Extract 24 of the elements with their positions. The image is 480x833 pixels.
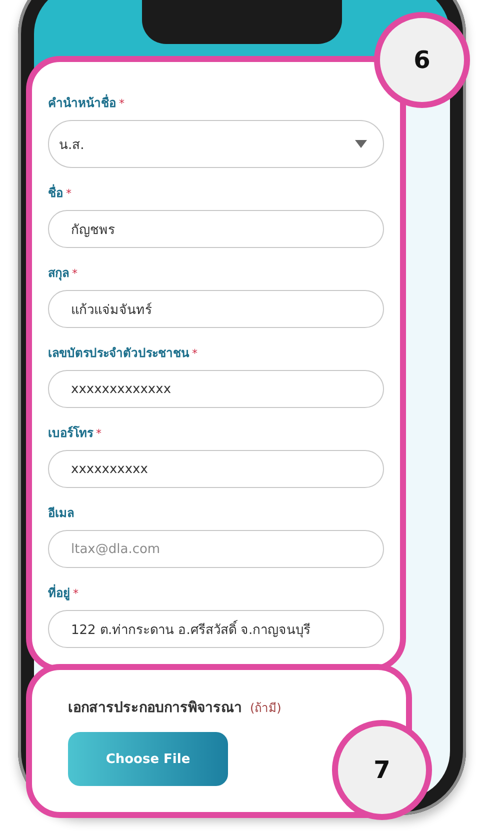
field-label: คำนำหน้าชื่อ bbox=[48, 96, 116, 110]
required-mark: * bbox=[73, 587, 78, 600]
input-field[interactable]: xxxxxxxxxxxxx bbox=[48, 370, 384, 408]
documents-title: เอกสารประกอบการพิจารณา bbox=[68, 699, 242, 718]
field-label: เบอร์โทร bbox=[48, 426, 93, 440]
field-label: อีเมล bbox=[48, 506, 74, 520]
select-value: น.ส. bbox=[59, 136, 84, 154]
input-field[interactable]: กัญชพร bbox=[48, 210, 384, 248]
required-mark: * bbox=[96, 427, 102, 440]
caret-icon bbox=[355, 140, 367, 148]
required-mark: * bbox=[72, 267, 78, 280]
optional-note: (ถ้ามี) bbox=[250, 700, 282, 717]
field-label: สกุล bbox=[48, 266, 69, 280]
input-field[interactable]: 122 ต.ท่ากระดาน อ.ศรีสวัสดิ์ จ.กาญจนบุรี bbox=[48, 610, 384, 648]
field-label: ชื่อ bbox=[48, 186, 63, 200]
select-field[interactable]: น.ส. bbox=[48, 120, 384, 168]
choose-file-button[interactable]: Choose File bbox=[68, 732, 228, 786]
required-mark: * bbox=[66, 187, 72, 200]
input-field[interactable]: xxxxxxxxxx bbox=[48, 450, 384, 488]
field-label: เลขบัตรประจำตัวประชาชน bbox=[48, 346, 189, 360]
required-mark: * bbox=[192, 347, 198, 360]
required-mark: * bbox=[119, 97, 124, 110]
input-field[interactable]: แก้วแจ่มจันทร์ bbox=[48, 290, 384, 328]
field-label: ที่อยู่ bbox=[48, 586, 70, 600]
